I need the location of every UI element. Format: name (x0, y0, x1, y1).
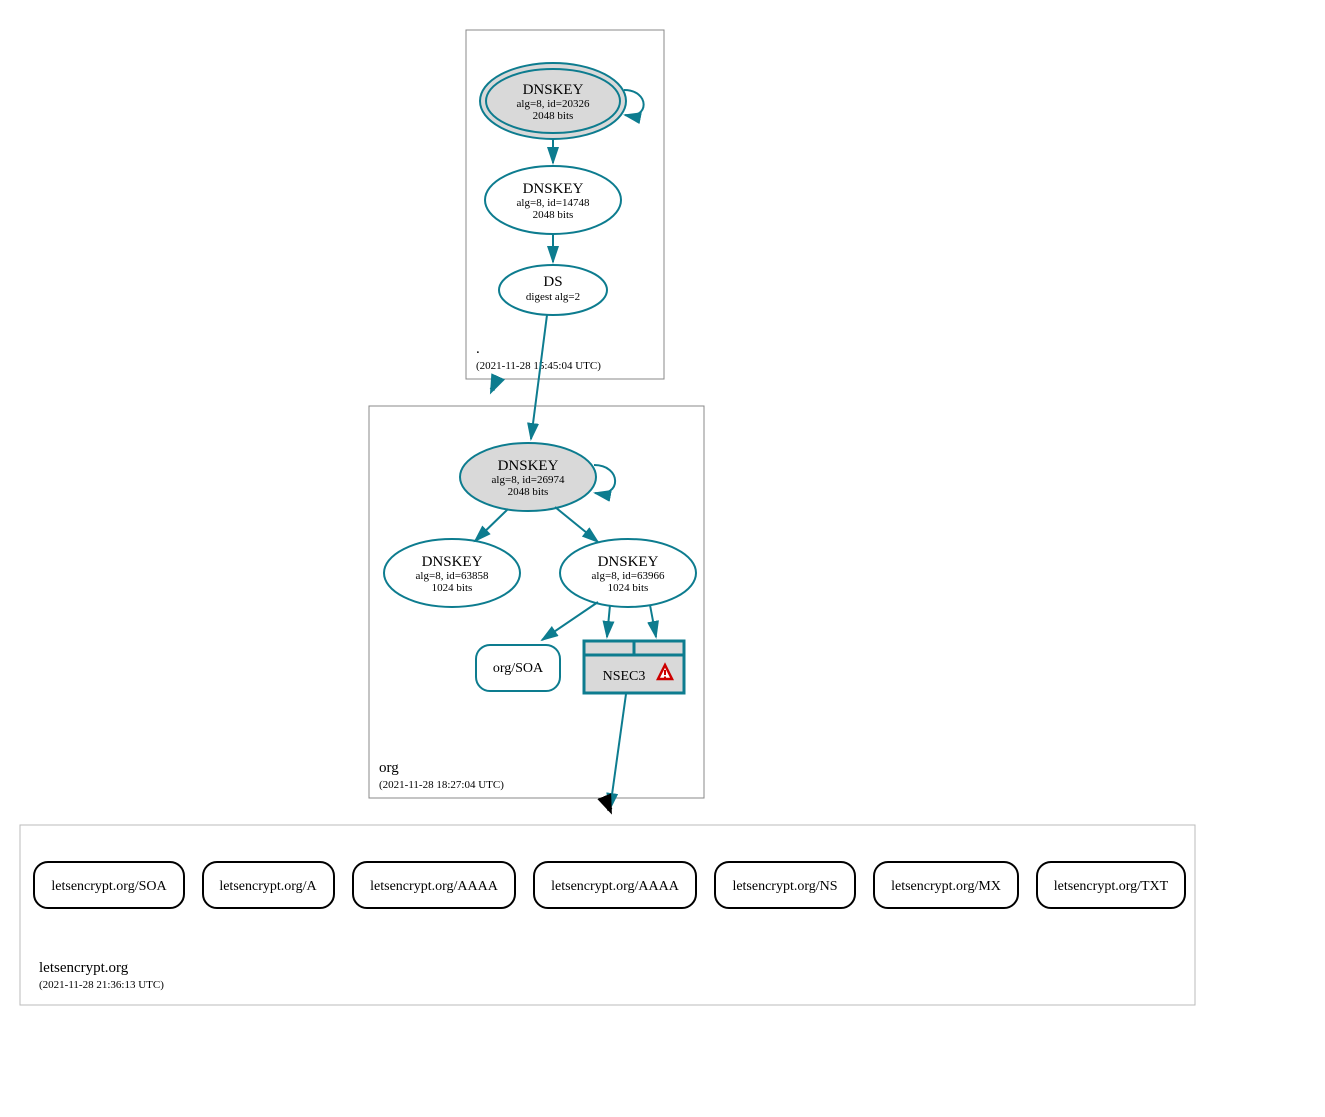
svg-text:alg=8, id=20326: alg=8, id=20326 (517, 98, 590, 110)
node-org-nsec3: NSEC3 (584, 641, 684, 693)
dnssec-chain-diagram: . (2021-11-28 15:45:04 UTC) DNSKEY alg=8… (10, 10, 1325, 1015)
zone-root-label: . (476, 341, 480, 357)
zone-root-timestamp: (2021-11-28 15:45:04 UTC) (476, 360, 601, 372)
svg-text:letsencrypt.org/MX: letsencrypt.org/MX (891, 879, 1001, 894)
svg-text:1024 bits: 1024 bits (608, 582, 649, 594)
svg-text:DNSKEY: DNSKEY (498, 458, 559, 474)
svg-text:letsencrypt.org/TXT: letsencrypt.org/TXT (1054, 879, 1169, 894)
svg-text:2048 bits: 2048 bits (533, 209, 574, 221)
svg-text:alg=8, id=26974: alg=8, id=26974 (492, 474, 565, 486)
svg-text:1024 bits: 1024 bits (432, 582, 473, 594)
svg-text:DNSKEY: DNSKEY (523, 181, 584, 197)
svg-text:letsencrypt.org/A: letsencrypt.org/A (219, 879, 317, 894)
svg-text:DS: DS (543, 274, 562, 290)
zone-org-timestamp: (2021-11-28 18:27:04 UTC) (379, 779, 504, 791)
svg-text:2048 bits: 2048 bits (508, 486, 549, 498)
svg-text:org/SOA: org/SOA (493, 661, 544, 676)
svg-text:alg=8, id=14748: alg=8, id=14748 (517, 197, 590, 209)
svg-text:2048 bits: 2048 bits (533, 110, 574, 122)
svg-text:digest alg=2: digest alg=2 (526, 291, 580, 303)
zone-le (20, 825, 1195, 1005)
svg-text:DNSKEY: DNSKEY (523, 82, 584, 98)
svg-text:letsencrypt.org/AAAA: letsencrypt.org/AAAA (370, 879, 499, 894)
svg-text:alg=8, id=63858: alg=8, id=63858 (416, 570, 489, 582)
svg-text:NSEC3: NSEC3 (603, 669, 646, 684)
node-root-ds (499, 265, 607, 315)
svg-text:letsencrypt.org/AAAA: letsencrypt.org/AAAA (551, 879, 680, 894)
svg-text:letsencrypt.org/SOA: letsencrypt.org/SOA (51, 879, 167, 894)
svg-text:DNSKEY: DNSKEY (598, 554, 659, 570)
zone-le-label: letsencrypt.org (39, 960, 129, 976)
zone-org-label: org (379, 760, 399, 776)
svg-text:alg=8, id=63966: alg=8, id=63966 (592, 570, 665, 582)
svg-text:letsencrypt.org/NS: letsencrypt.org/NS (732, 879, 837, 894)
svg-text:DNSKEY: DNSKEY (422, 554, 483, 570)
zone-le-timestamp: (2021-11-28 21:36:13 UTC) (39, 979, 164, 991)
